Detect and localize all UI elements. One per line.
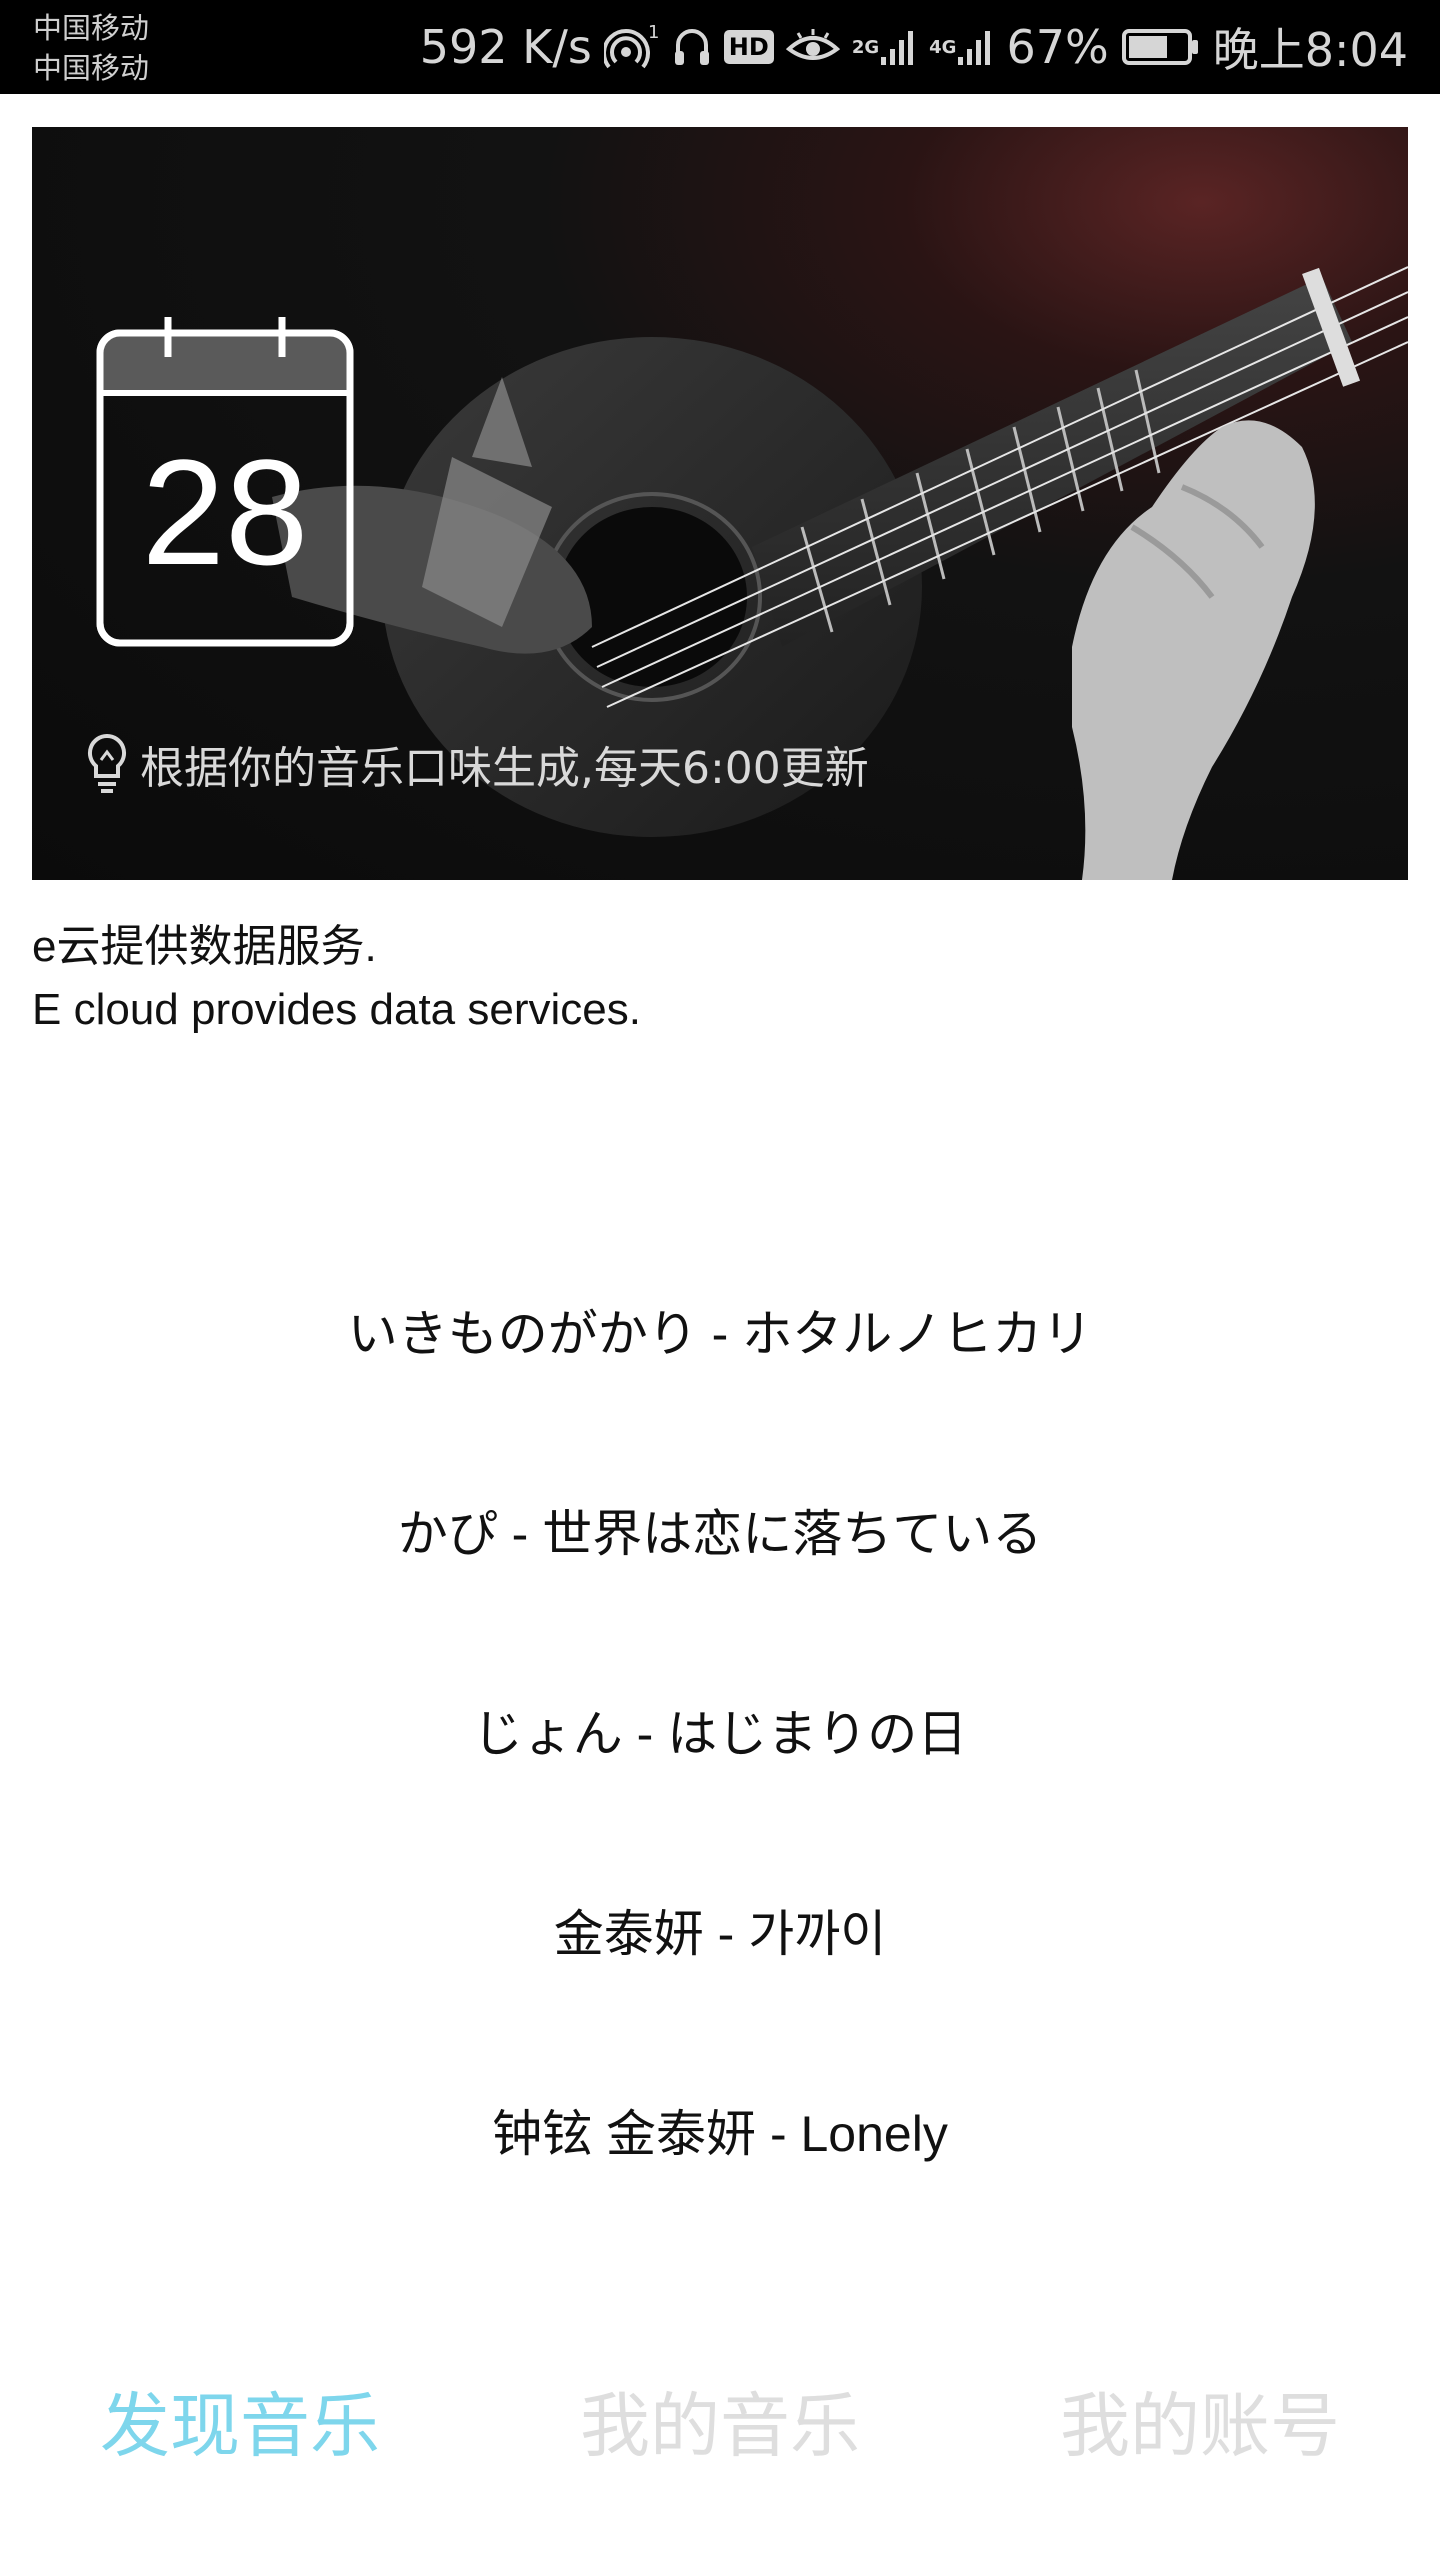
data-service-notice-cn: e云提供数据服务. [32, 922, 377, 971]
battery-icon [1121, 0, 1201, 94]
tab-my-music[interactable]: 我的音乐 [480, 2360, 960, 2480]
tab-discover-music[interactable]: 发现音乐 [0, 2360, 480, 2480]
lightbulb-icon [87, 733, 127, 793]
carrier-info: 中国移动 中国移动 [33, 8, 149, 88]
banner-caption: 根据你的音乐口味生成,每天6:00更新 [86, 732, 869, 796]
data-service-notice-en: E cloud provides data services. [32, 985, 641, 1034]
clock: 晚上8:04 [1212, 23, 1408, 77]
headphones-icon [672, 0, 712, 94]
daily-recommend-banner[interactable]: 28 根据你的音乐口味生成,每天6:00更新 [32, 127, 1408, 880]
banner-caption-text: 根据你的音乐口味生成,每天6:00更新 [140, 743, 869, 794]
calendar-day: 28 [141, 428, 309, 596]
signal-4g-icon: 4G [929, 0, 994, 94]
song-item[interactable]: 钟铉 金泰妍 - Lonely [0, 2030, 1440, 2230]
network-speed: 592 K/s [419, 20, 592, 74]
carrier-name-2: 中国移动 [33, 51, 150, 85]
signal-2g-icon: 2G [852, 0, 917, 94]
song-item[interactable]: かぴ - 世界は恋に落ちている [0, 1430, 1440, 1630]
signal-4g-label: 4G [929, 36, 957, 58]
song-item[interactable]: いきものがかり - ホタルノヒカリ [0, 1230, 1440, 1430]
song-item[interactable]: じょん - はじまりの日 [0, 1630, 1440, 1830]
bottom-nav: 发现音乐 我的音乐 我的账号 [0, 2360, 1440, 2480]
hotspot-icon: 1 [603, 0, 660, 94]
hd-badge: HD [723, 30, 774, 64]
eye-comfort-icon [785, 0, 840, 94]
battery-percent: 67% [1006, 20, 1109, 74]
status-indicators: 592 K/s 1 HD 2G 4G 67% 晚上8:04 [420, 0, 1408, 94]
song-list: いきものがかり - ホタルノヒカリ かぴ - 世界は恋に落ちている じょん - … [0, 1230, 1440, 2230]
tab-my-account[interactable]: 我的账号 [960, 2360, 1440, 2480]
carrier-name-1: 中国移动 [33, 11, 150, 45]
svg-text:1: 1 [648, 22, 659, 43]
status-bar: 中国移动 中国移动 592 K/s 1 HD 2G 4G 67% 晚上8:04 [0, 0, 1440, 94]
song-item[interactable]: 金泰妍 - 가까이 [0, 1830, 1440, 2030]
app-screen: 中国移动 中国移动 592 K/s 1 HD 2G 4G 67% 晚上8:04 … [0, 0, 1440, 2560]
signal-2g-label: 2G [851, 36, 880, 58]
